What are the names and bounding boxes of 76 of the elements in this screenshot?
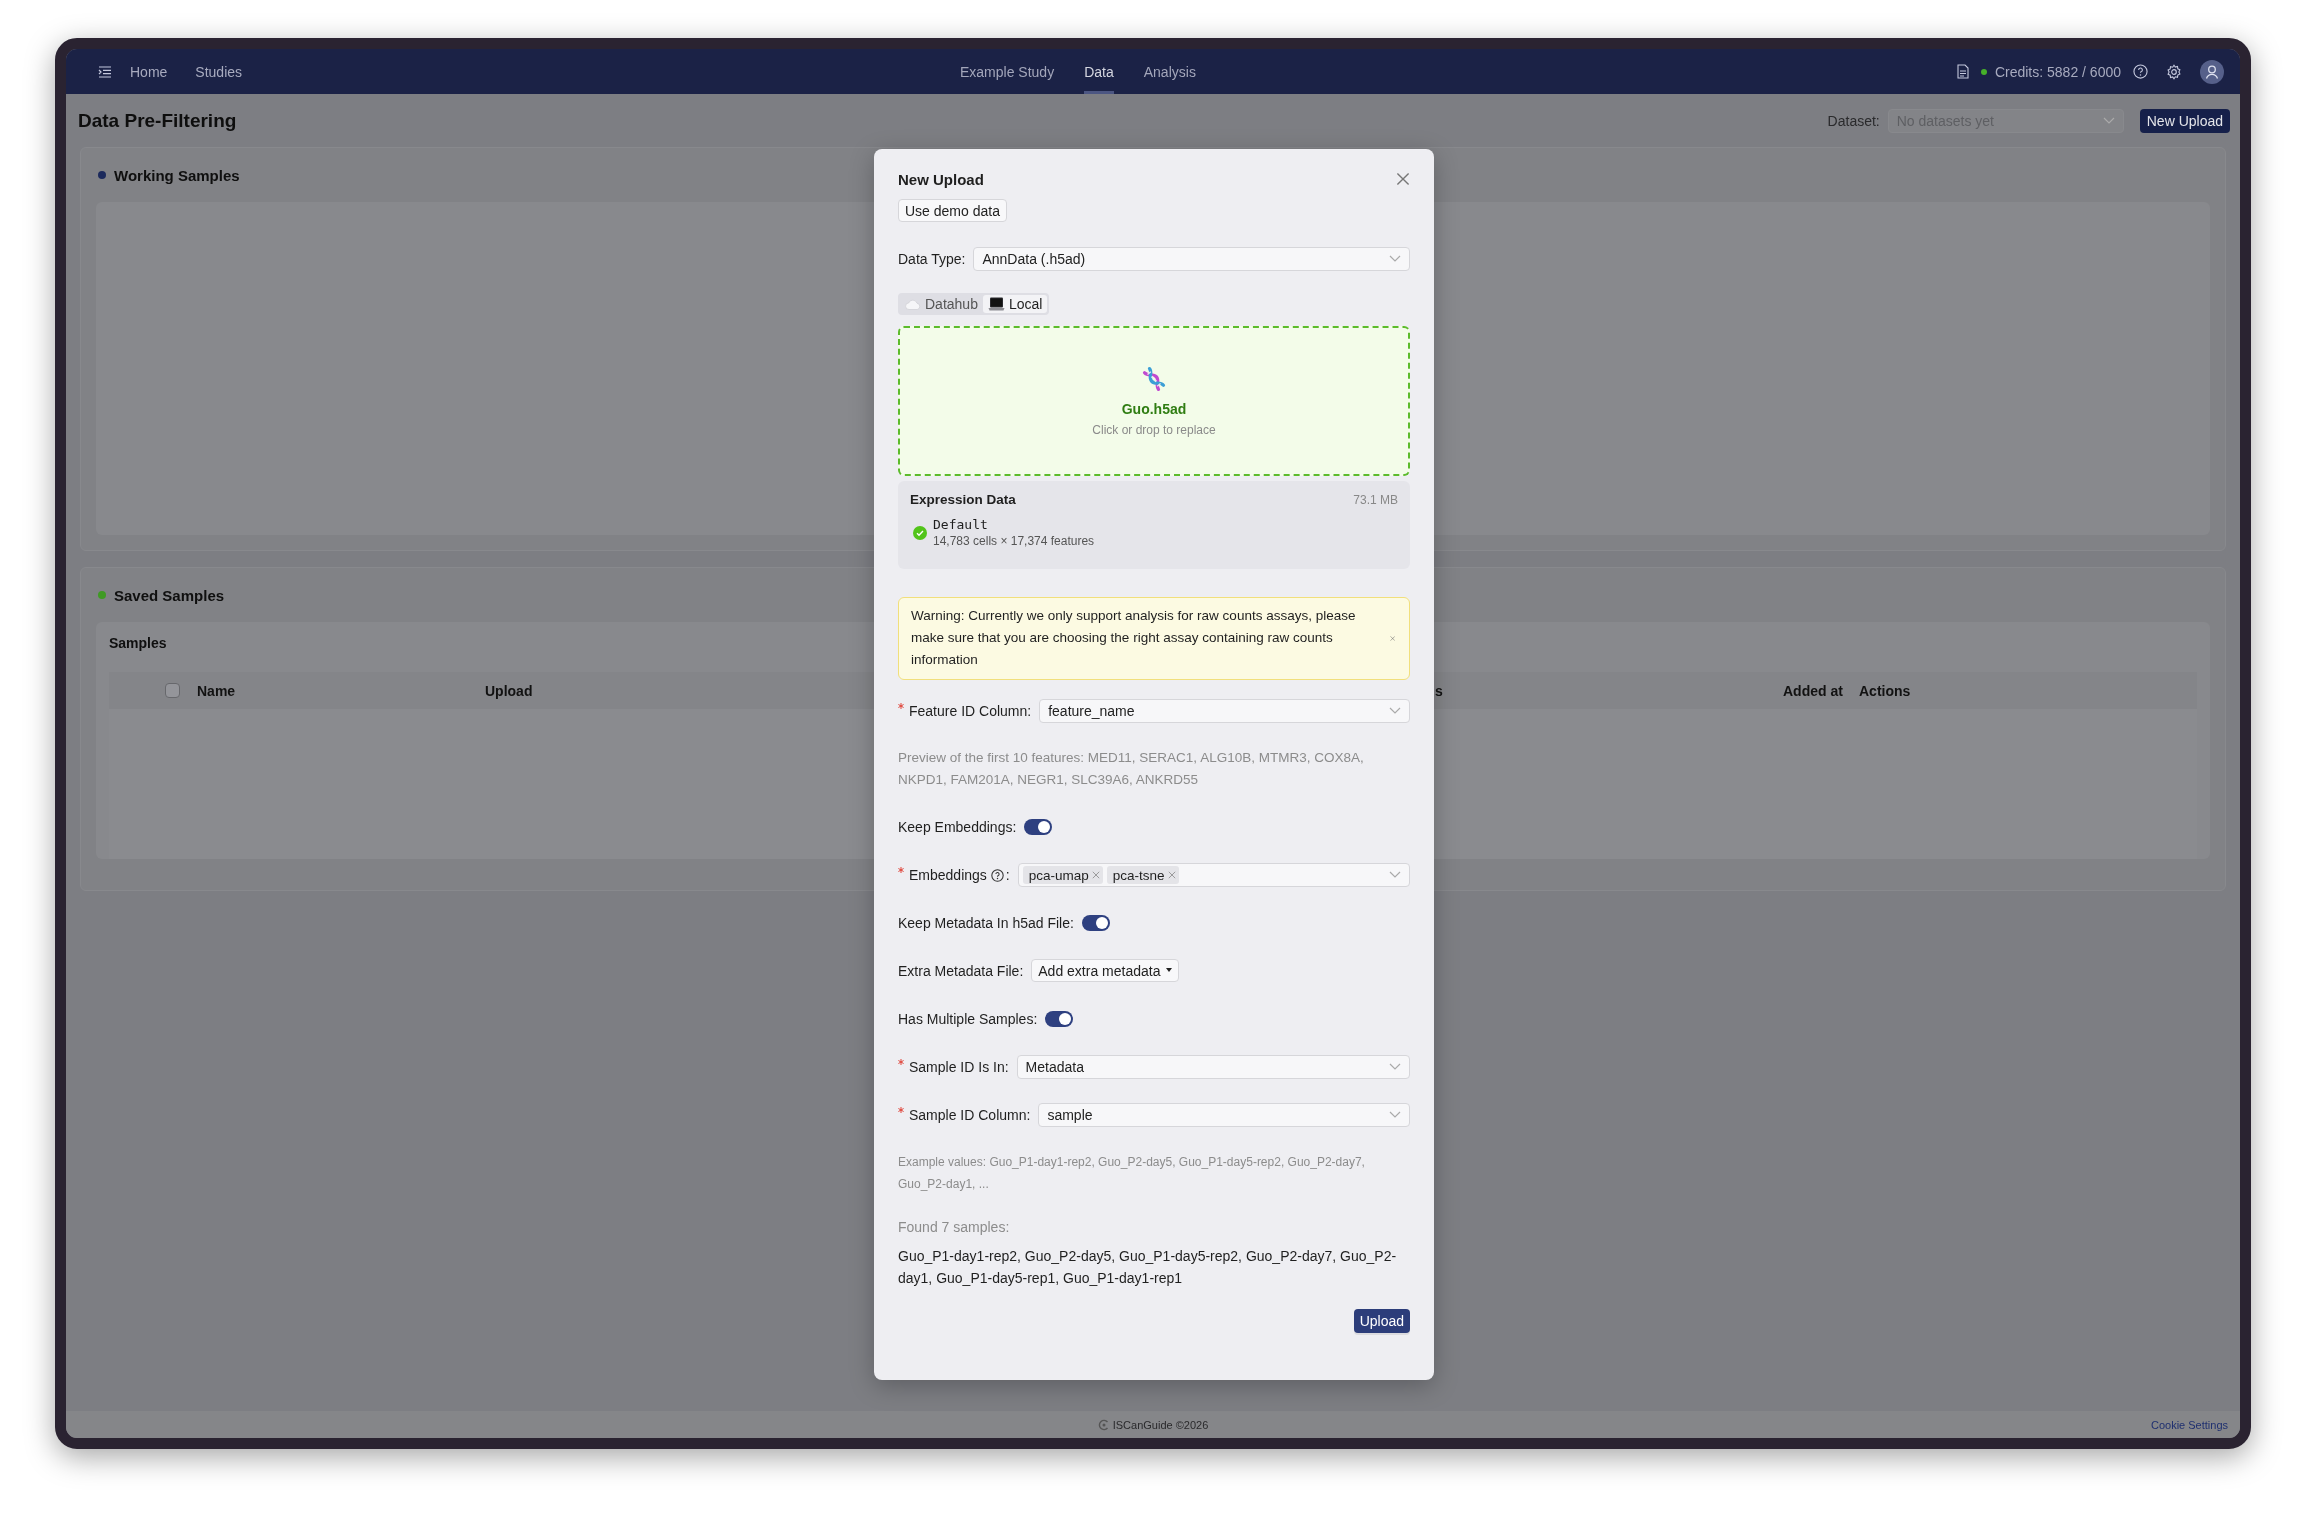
drop-hint: Click or drop to replace <box>1092 422 1216 437</box>
panel-title: Expression Data <box>910 492 1016 507</box>
tags-field[interactable]: pca-umap pca-tsne <box>1017 863 1410 887</box>
field-label: Sample ID Column: <box>909 1107 1031 1123</box>
drop-zone[interactable]: Guo.h5ad Click or drop to replace <box>898 326 1410 476</box>
column-header: Added at <box>1783 682 1844 699</box>
help-icon[interactable] <box>990 868 1004 882</box>
check-circle-icon <box>913 525 927 540</box>
example-values-text: Example values: Guo_P1-day1-rep2, Guo_P2-day5, Guo_P1-day5-rep2, Guo_P2-day7, Guo_P2-day1, ... <box>898 1154 1366 1193</box>
column-header: Name <box>197 682 237 699</box>
found-label: Found 7 samples: <box>898 1219 1011 1235</box>
field-label: Embeddings <box>909 867 987 883</box>
settings-icon[interactable] <box>2166 63 2182 80</box>
toggle-switch[interactable] <box>1081 915 1110 931</box>
assay-name: Default <box>933 517 989 532</box>
close-icon[interactable] <box>1396 172 1410 186</box>
chevron-down-icon <box>1389 1063 1401 1071</box>
select-field[interactable]: feature_name <box>1039 699 1410 723</box>
source-tab[interactable]: Datahub <box>900 295 983 313</box>
warning-text: Warning: Currently we only support analysis for raw counts assays, please make sure that you are choosing the right assay containing raw counts information <box>911 607 1357 669</box>
select-field[interactable]: sample <box>1038 1103 1410 1127</box>
field-label: Has Multiple Samples: <box>898 1011 1038 1027</box>
file-size: 73.1 MB <box>1353 492 1398 507</box>
source-tab[interactable]: Local <box>982 295 1048 313</box>
file-name: Guo.h5ad <box>1121 400 1187 417</box>
status-dot <box>1980 68 1987 75</box>
menu-icon[interactable] <box>97 64 113 79</box>
field-label: Extra Metadata File: <box>898 963 1024 979</box>
avatar-icon[interactable] <box>2200 59 2224 84</box>
nav-link[interactable]: Home <box>130 63 168 80</box>
column-header: s <box>1435 682 1444 699</box>
checkbox[interactable] <box>165 683 180 698</box>
cloud-icon <box>905 298 921 310</box>
caret-icon <box>1166 968 1173 973</box>
page-title: Data Pre-Filtering <box>78 109 238 132</box>
logo-icon <box>1097 1418 1110 1431</box>
field-label: Sample ID Is In: <box>909 1059 1009 1075</box>
chevron-down-icon <box>1389 255 1401 263</box>
dna-icon <box>1141 365 1167 392</box>
modal-title: New Upload <box>898 170 984 188</box>
nav-tab[interactable]: Data <box>1084 49 1114 94</box>
laptop-icon <box>987 297 1005 311</box>
section-title: Working Samples <box>114 166 240 184</box>
field-label: Feature ID Column: <box>909 703 1032 719</box>
dataset-label: Dataset: <box>1827 112 1880 129</box>
assay-detail: 14,783 cells × 17,374 features <box>933 534 1095 548</box>
document-icon[interactable] <box>1956 64 1969 79</box>
tag[interactable]: pca-umap <box>1022 866 1103 884</box>
new-upload-button[interactable]: New Upload <box>2139 108 2230 133</box>
column-header: Actions <box>1859 682 1912 699</box>
sample-list: Guo_P1-day1-rep2, Guo_P2-day5, Guo_P1-day5-rep2, Guo_P2-day7, Guo_P2-day1, Guo_P1-day5-rep1, Guo_P1-day1-rep1 <box>898 1245 1410 1289</box>
table-title: Samples <box>109 635 167 651</box>
copyright-text: ISCanGuide ©2026 <box>1112 1418 1209 1431</box>
label-colon: : <box>1005 867 1010 883</box>
preview-text: Preview of the first 10 features: MED11, SERAC1, ALG10B, MTMR3, COX8A, NKPD1, FAM201A, NEGR1, SLC39A6, ANKRD55 <box>898 749 1365 789</box>
field-label: Keep Metadata In h5ad File: <box>898 915 1074 931</box>
field-label: Keep Embeddings: <box>898 819 1017 835</box>
select-field[interactable]: AnnData (.h5ad) <box>973 247 1410 271</box>
toggle-switch[interactable] <box>1024 819 1053 835</box>
select-field[interactable]: Metadata <box>1016 1055 1410 1079</box>
toggle-switch[interactable] <box>1045 1011 1074 1027</box>
field-label: Data Type: <box>898 251 966 267</box>
column-header: Upload <box>485 682 534 699</box>
dropdown-button[interactable]: Add extra metadata <box>1031 959 1180 982</box>
nav-tab[interactable]: Analysis <box>1143 49 1196 94</box>
nav-tab[interactable]: Example Study <box>960 49 1055 94</box>
demo-data-button[interactable]: Use demo data <box>898 199 1007 222</box>
section-title: Saved Samples <box>114 586 225 604</box>
nav-link[interactable]: Studies <box>195 63 243 80</box>
tag[interactable]: pca-tsne <box>1106 866 1179 884</box>
chevron-down-icon <box>1389 1111 1401 1119</box>
chevron-down-icon <box>1389 707 1401 715</box>
upload-button[interactable]: Upload <box>1353 1309 1410 1333</box>
credits-text: Credits: 5882 / 6000 <box>1994 63 2121 80</box>
chevron-down-icon <box>2102 116 2115 125</box>
chevron-down-icon <box>1389 871 1401 879</box>
